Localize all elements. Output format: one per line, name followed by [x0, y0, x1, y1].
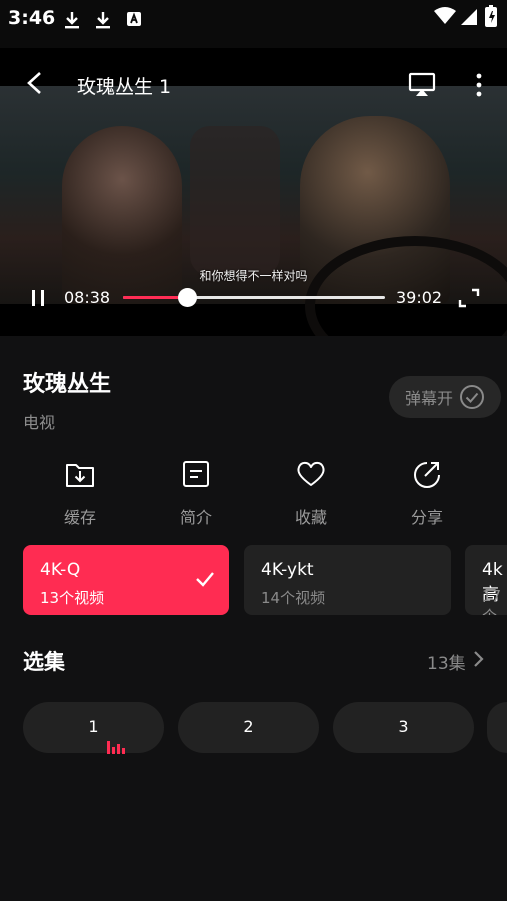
episode-button-2[interactable]: 2 — [178, 702, 319, 753]
source-card-4k-q[interactable]: 4K-Q 13个视频 — [23, 545, 229, 615]
share-icon — [414, 462, 440, 488]
favorite-button[interactable]: 收藏 — [271, 458, 351, 528]
intro-button[interactable]: 简介 — [156, 458, 236, 528]
danmaku-label: 弹幕开 — [404, 389, 453, 408]
episodes-count-link[interactable]: 13集 — [427, 649, 466, 674]
heart-icon — [297, 461, 325, 486]
episode-number: 2 — [243, 717, 254, 736]
source-name: 4K-ykt — [261, 560, 314, 580]
status-time: 3:46 — [8, 7, 56, 29]
source-count: 14个视频 — [261, 589, 326, 607]
video-subtitle: 和你想得不一样对吗 — [199, 269, 308, 283]
video-player[interactable]: 玫瑰丛生 1 和你想得不一样对吗 08:38 39:02 — [0, 48, 507, 336]
screen-cast-icon[interactable] — [408, 72, 436, 98]
download-notification-icon — [96, 12, 110, 29]
status-bar: 3:46 — [0, 0, 507, 48]
share-button[interactable]: 分享 — [387, 458, 467, 528]
source-count: 17个 — [482, 587, 502, 615]
download-label: 缓存 — [63, 508, 96, 527]
wifi-icon — [434, 7, 456, 24]
check-circle-icon — [460, 385, 484, 409]
progress-thumb[interactable] — [178, 288, 198, 307]
download-notification-icon — [65, 12, 79, 29]
download-icon — [66, 464, 94, 487]
fullscreen-icon[interactable] — [458, 288, 480, 308]
progress-bar[interactable] — [123, 288, 385, 307]
app-notification-icon — [127, 12, 141, 26]
back-arrow-icon[interactable] — [24, 70, 48, 96]
document-icon — [183, 461, 209, 487]
pause-icon[interactable] — [28, 288, 48, 308]
cell-signal-icon — [461, 9, 477, 25]
show-title: 玫瑰丛生 — [23, 372, 112, 397]
source-card-4k-partial[interactable]: 4k高 17个 — [465, 545, 507, 615]
episode-button-partial[interactable] — [487, 702, 507, 753]
now-playing-icon — [107, 741, 125, 754]
episode-number: 1 — [88, 717, 99, 736]
player-top-bar: 玫瑰丛生 1 — [0, 48, 507, 122]
source-card-4k-ykt[interactable]: 4K-ykt 14个视频 — [244, 545, 451, 615]
chevron-right-icon[interactable] — [472, 650, 486, 668]
episodes-heading: 选集 — [23, 650, 65, 674]
more-options-icon[interactable] — [470, 72, 488, 98]
battery-icon — [485, 5, 497, 27]
download-button[interactable]: 缓存 — [40, 458, 120, 528]
total-time: 39:02 — [396, 288, 443, 307]
favorite-label: 收藏 — [294, 508, 327, 527]
episode-number: 3 — [398, 717, 409, 736]
show-category: 电视 — [23, 413, 56, 432]
danmaku-toggle-button[interactable]: 弹幕开 — [389, 376, 501, 418]
intro-label: 简介 — [179, 508, 212, 527]
current-time: 08:38 — [64, 288, 111, 307]
source-name: 4K-Q — [40, 560, 81, 580]
player-title: 玫瑰丛生 1 — [77, 76, 172, 98]
episode-button-1[interactable]: 1 — [23, 702, 164, 754]
checkmark-icon — [196, 572, 214, 587]
source-count: 13个视频 — [40, 589, 105, 607]
share-label: 分享 — [410, 508, 443, 527]
episode-button-3[interactable]: 3 — [333, 702, 474, 753]
